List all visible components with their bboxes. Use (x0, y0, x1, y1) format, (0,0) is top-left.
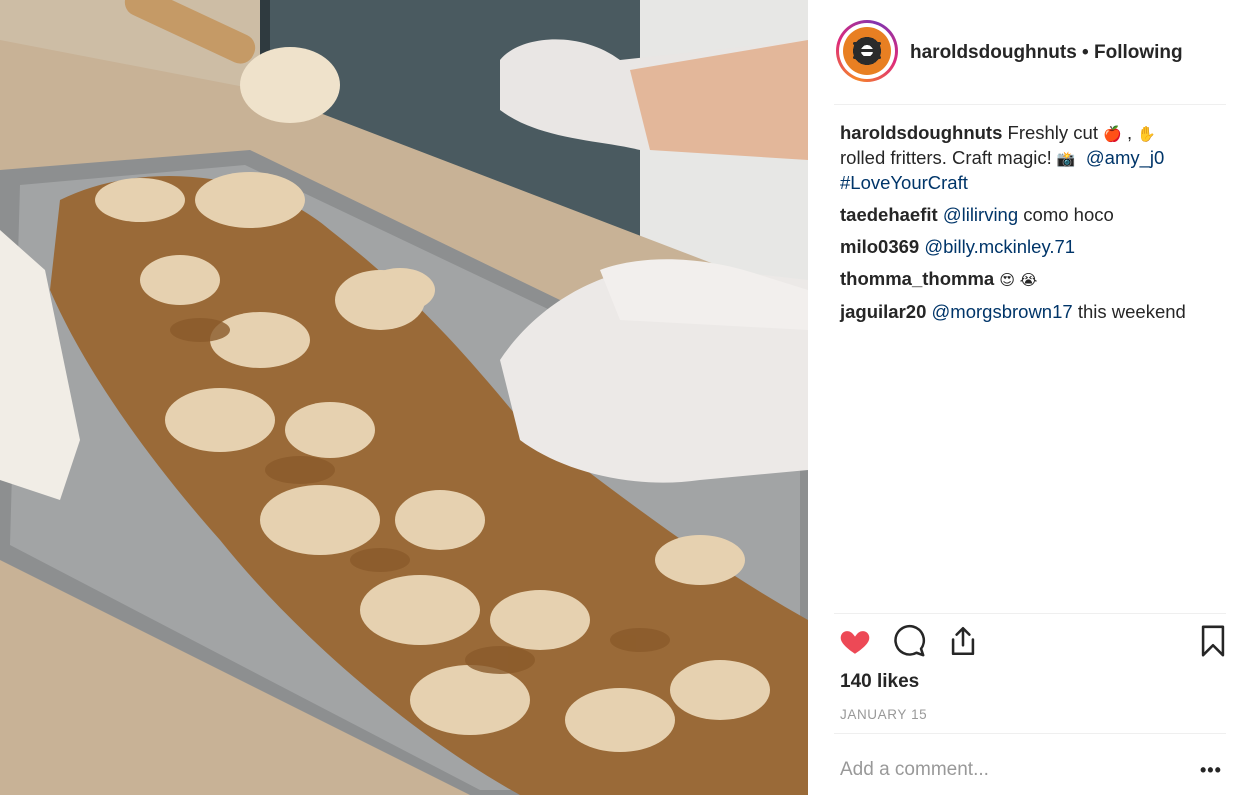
apple-emoji-icon: 🍎 (1103, 125, 1122, 143)
caption-mention[interactable]: @amy_j0 (1086, 147, 1164, 168)
comment-username[interactable]: thomma_thomma (840, 268, 994, 289)
camera-emoji-icon: 📸 (1056, 150, 1076, 168)
bookmark-icon[interactable] (1196, 624, 1232, 660)
post-date: JANUARY 15 (840, 707, 928, 722)
add-comment-input[interactable]: Add a comment... (840, 759, 989, 781)
following-button[interactable]: Following (1094, 42, 1183, 63)
avatar[interactable] (836, 20, 898, 82)
caption-text: Freshly cut (1007, 122, 1098, 143)
likes-count[interactable]: 140 likes (840, 671, 919, 693)
author-username[interactable]: haroldsdoughnuts (910, 42, 1077, 63)
comment-mention[interactable]: @billy.mckinley.71 (924, 236, 1075, 257)
comment-text: this weekend (1077, 301, 1186, 322)
heart-filled-icon[interactable] (838, 624, 874, 660)
post-photo-illustration (0, 0, 808, 795)
comment-username[interactable]: taedehaefit (840, 204, 938, 225)
raised-hand-emoji-icon: ✋ (1137, 125, 1156, 143)
comment-mention[interactable]: @morgsbrown17 (932, 301, 1073, 322)
comment-username[interactable]: milo0369 (840, 236, 919, 257)
post-header: haroldsdoughnuts • Following (834, 20, 1226, 105)
post-sidebar: haroldsdoughnuts • Following haroldsdoug… (808, 0, 1250, 795)
comment-username[interactable]: jaguilar20 (840, 301, 926, 322)
comment-item: milo0369 @billy.mckinley.71 (840, 235, 1230, 259)
more-options-icon[interactable]: ••• (1200, 760, 1222, 781)
caption-hashtag[interactable]: #LoveYourCraft (840, 172, 968, 193)
comment-emoji-text: 😍 😭 (999, 271, 1038, 289)
caption-text-2: rolled fritters. Craft magic! (840, 147, 1052, 168)
share-upload-icon[interactable] (946, 624, 982, 660)
caption: haroldsdoughnuts Freshly cut 🍎 , ✋ rolle… (840, 122, 1165, 193)
divider (834, 613, 1226, 614)
comments-list: haroldsdoughnuts Freshly cut 🍎 , ✋ rolle… (840, 121, 1230, 332)
comment-bubble-icon[interactable] (892, 624, 928, 660)
comment-item: taedehaefit @lilirving como hoco (840, 203, 1230, 227)
comment-item: jaguilar20 @morgsbrown17 this weekend (840, 300, 1230, 324)
post-photo[interactable] (0, 0, 808, 795)
comment-item: thomma_thomma 😍 😭 (840, 267, 1230, 292)
separator-dot: • (1082, 42, 1089, 63)
action-bar (838, 624, 1230, 664)
comment-mention[interactable]: @lilirving (943, 204, 1018, 225)
caption-username[interactable]: haroldsdoughnuts (840, 122, 1002, 143)
divider (834, 733, 1226, 734)
comment-text: como hoco (1023, 204, 1114, 225)
